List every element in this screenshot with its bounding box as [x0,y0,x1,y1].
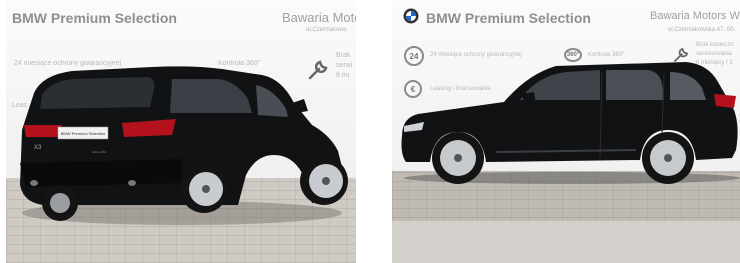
car-photo-side: BMW Premium Selection Bawaria Motors Wa … [392,0,740,263]
car-photo-rear: BMW Premium Selection Bawaria Motors ul.… [6,0,356,263]
car-side-profile [401,62,740,184]
banner-title: BMW Premium Selection [426,10,591,26]
service-line-1: Brak konieczn [696,42,734,48]
dealer-name: Bawaria Motors Wa [650,10,740,22]
banner-title: BMW Premium Selection [12,10,177,26]
dealer-name: Bawaria Motors [282,10,356,25]
model-badge: X3 [34,145,42,151]
car-rear-three-quarter: BMW Premium Selection X3 sDrive18d [20,66,348,225]
pavement [392,171,740,263]
dealer-address: ul.Czerniakowska 47, 00- [668,27,736,33]
dealer-address: ul.Czerniakows [306,27,347,33]
plate-text: BMW Premium Selection [61,131,105,136]
bmw-logo-icon [403,8,419,24]
drive-badge: sDrive18d [92,150,106,154]
